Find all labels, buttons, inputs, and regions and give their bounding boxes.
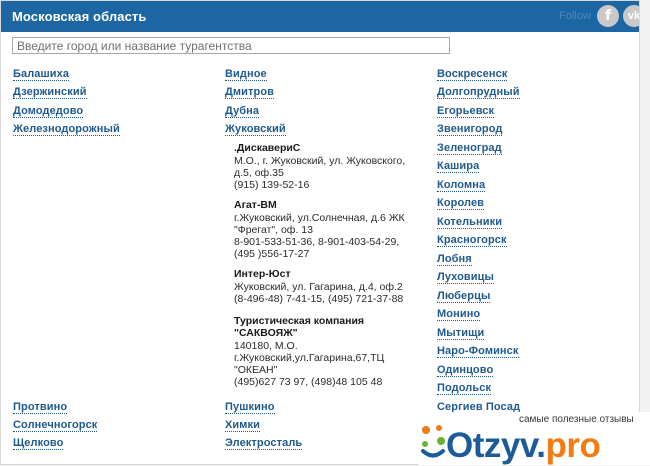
city-link[interactable]: Мытищи <box>437 327 485 340</box>
logo-pro: pro <box>545 426 601 465</box>
city-link[interactable]: Луховицы <box>437 271 495 284</box>
city-link[interactable]: Солнечногорск <box>13 419 98 432</box>
city-link[interactable]: Пушкино <box>225 401 275 414</box>
city-link[interactable]: Подольск <box>437 382 492 395</box>
city-link[interactable]: Лобня <box>437 253 472 266</box>
agency-address: М.О., г. Жуковский, ул. Жуковского, д.5,… <box>234 155 406 179</box>
city-link[interactable]: Одинцово <box>437 364 494 377</box>
city-link[interactable]: Железнодорожный <box>13 123 120 136</box>
agency-address: Жуковский, ул. Гагарина, д.4, оф.2 <box>234 281 403 293</box>
region-panel: Московская область Follow f vk Балашиха … <box>0 0 640 465</box>
city-link[interactable]: Домодедово <box>13 105 84 118</box>
agency-name: Интер-Юст <box>234 268 291 280</box>
city-link[interactable]: Химки <box>225 419 261 432</box>
city-link[interactable]: Воскресенск <box>437 68 508 81</box>
region-header: Московская область Follow f vk <box>1 1 639 32</box>
city-link[interactable]: Кашира <box>437 160 480 173</box>
city-link[interactable]: Королев <box>437 197 485 210</box>
city-link[interactable]: Коломна <box>437 179 486 192</box>
city-link[interactable]: Дмитров <box>225 86 275 99</box>
city-link[interactable]: Наро-Фоминск <box>437 345 519 358</box>
city-link[interactable]: Люберцы <box>437 290 491 303</box>
city-link[interactable]: Монино <box>437 308 481 321</box>
agency-address: 140180, М.О. г.Жуковский,ул.Гагарина,67,… <box>234 340 385 376</box>
agency-phone: 8-901-533-51-36, 8-901-403-54-29, (495 )… <box>234 236 400 260</box>
agency-phone: (495)627 73 97, (498)48 105 48 <box>234 376 383 388</box>
agency-entry: .ДискавериС М.О., г. Жуковский, ул. Жуко… <box>234 142 414 191</box>
city-link[interactable]: Балашиха <box>13 68 70 81</box>
watermark-tagline: самые полезные отзывы <box>519 414 634 425</box>
city-link[interactable]: Дзержинский <box>13 86 87 99</box>
agency-entry: Агат-ВМ г.Жуковский, ул.Солнечная, д.6 Ж… <box>234 199 414 260</box>
facebook-icon[interactable]: f <box>597 5 619 27</box>
city-link[interactable]: Протвино <box>13 401 68 414</box>
otzyv-logo-text: Otzyv.pro <box>446 426 601 466</box>
agency-phone: (8-496-48) 7-41-15, (495) 721-37-88 <box>234 293 404 305</box>
search-input[interactable] <box>12 37 450 54</box>
city-link[interactable]: Дубна <box>225 105 260 118</box>
agency-address: г.Жуковский, ул.Солнечная, д.6 ЖК "Фрега… <box>234 212 405 236</box>
city-link[interactable]: Звенигород <box>437 123 503 136</box>
agency-phone: (915) 139-52-16 <box>234 179 310 191</box>
agency-entry: Туристическая компания "САКВОЯЖ" 140180,… <box>234 315 409 388</box>
city-link[interactable]: Долгопрудный <box>437 86 520 99</box>
city-link-selected[interactable]: Жуковский <box>225 123 286 136</box>
city-link[interactable]: Щелково <box>13 437 64 450</box>
agency-name: .ДискавериС <box>234 142 301 154</box>
logo-main: Otzyv <box>446 426 537 465</box>
agency-entry: Интер-Юст Жуковский, ул. Гагарина, д.4, … <box>234 268 414 305</box>
region-title: Московская область <box>12 9 147 24</box>
vk-icon[interactable]: vk <box>623 5 639 27</box>
city-link[interactable]: Котельники <box>437 216 503 229</box>
city-link[interactable]: Зеленоград <box>437 142 502 155</box>
agency-name: Агат-ВМ <box>234 199 277 211</box>
city-link[interactable]: Егорьевск <box>437 105 495 118</box>
otzyv-watermark: самые полезные отзывы Otzyv.pro <box>418 412 650 465</box>
city-link[interactable]: Видное <box>225 68 267 81</box>
agency-name: Туристическая компания "САКВОЯЖ" <box>234 315 365 339</box>
follow-label: Follow <box>559 10 591 22</box>
city-link[interactable]: Электросталь <box>225 437 303 450</box>
city-link[interactable]: Красногорск <box>437 234 507 247</box>
otzyv-logo-icon <box>421 425 445 458</box>
